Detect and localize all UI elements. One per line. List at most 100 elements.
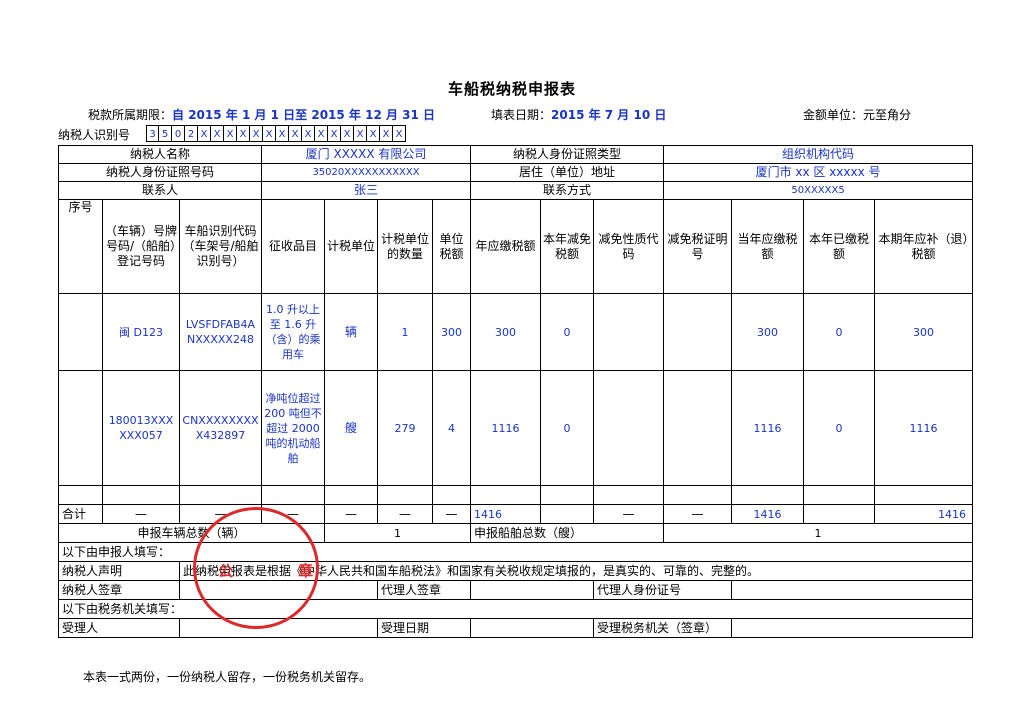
tin-box: 3 xyxy=(146,125,159,142)
taxpayer-sign-label: 纳税人签章 xyxy=(58,580,180,600)
header-due: 当年应缴税额 xyxy=(731,199,805,294)
row-due: 300 xyxy=(731,293,805,371)
address-value: 厦门市 xx 区 xxxxx 号 xyxy=(663,163,974,182)
tin-box: X xyxy=(328,125,341,142)
row-payable: 1116 xyxy=(874,370,974,486)
tin-box: X xyxy=(302,125,315,142)
row-unit-tax: 300 xyxy=(431,293,472,371)
contact-label: 联系人 xyxy=(58,181,262,200)
row-reduce-cert xyxy=(663,293,733,371)
total-dash: — xyxy=(377,504,433,524)
receive-office-label: 受理税务机关（签章） xyxy=(593,618,733,638)
tin-boxes: 3502XXXXXXXXXXXXXXXX xyxy=(146,125,406,142)
row-seq xyxy=(58,293,103,371)
vehicle-count-label: 申报车辆总数（辆） xyxy=(58,523,325,543)
agent-id-field xyxy=(731,580,974,600)
row-reduce: 0 xyxy=(540,370,595,486)
header-payable: 本期年应补（退）税额 xyxy=(874,199,974,294)
agent-sign-label: 代理人签章 xyxy=(376,580,472,600)
row-paid: 0 xyxy=(803,293,876,371)
total-row: 合计 — — — — — — 1416 — — 1416 1416 xyxy=(58,504,974,524)
header-reduce-cert: 减免税证明号 xyxy=(663,199,733,294)
total-dash: — xyxy=(431,504,472,524)
row-qty: 279 xyxy=(377,370,433,486)
fill-date-label: 填表日期： xyxy=(491,108,552,122)
phone-label: 联系方式 xyxy=(470,181,665,200)
declaration-label: 纳税人声明 xyxy=(58,561,180,581)
tin-box: X xyxy=(211,125,224,142)
tin-box: X xyxy=(276,125,289,142)
receiver-field xyxy=(179,618,378,638)
agent-sign-field xyxy=(470,580,595,600)
tax-period: 税款所属期限：自 2015 年 1 月 1 日至 2015 年 12 月 31 … xyxy=(88,106,435,123)
address-label: 居住（单位）地址 xyxy=(470,163,665,182)
row-unit: 辆 xyxy=(324,293,378,371)
row-seq xyxy=(58,370,103,486)
taxpayer-name-value: 厦门 XXXXX 有限公司 xyxy=(260,145,472,164)
taxpayer-sign-field xyxy=(179,580,378,600)
header-reduce: 本年减免税额 xyxy=(540,199,595,294)
header-reduce-code: 减免性质代码 xyxy=(593,199,665,294)
total-due: 1416 xyxy=(731,504,805,524)
row-qty: 1 xyxy=(377,293,433,371)
tin-box: X xyxy=(380,125,393,142)
id-number-value: 35020XXXXXXXXXXX xyxy=(260,163,472,182)
total-dash: — xyxy=(261,504,325,524)
tin-box: X xyxy=(315,125,328,142)
id-type-label: 纳税人身份证照类型 xyxy=(470,145,665,164)
receive-date-label: 受理日期 xyxy=(376,618,472,638)
ship-count-value: 1 xyxy=(663,523,974,543)
receive-date-field xyxy=(470,618,595,638)
header-vin: 车船识别代码（车架号/船舶识别号） xyxy=(179,199,262,294)
row-unit-tax: 4 xyxy=(431,370,472,486)
tin-box: X xyxy=(393,125,406,142)
blank-row xyxy=(58,485,974,505)
row-unit: 艘 xyxy=(324,370,378,486)
row-payable: 300 xyxy=(874,293,974,371)
official-seal-text: 公 章 xyxy=(218,562,344,580)
row-reduce-code xyxy=(593,293,665,371)
tin-box: 5 xyxy=(159,125,172,142)
row-annual: 1116 xyxy=(470,370,542,486)
footer-note: 本表一式两份，一份纳税人留存，一份税务机关留存。 xyxy=(83,670,372,684)
row-reduce-code xyxy=(593,370,665,486)
row-plate: 闽 D123 xyxy=(102,293,180,371)
tin-box: X xyxy=(224,125,237,142)
header-qty: 计税单位的数量 xyxy=(377,199,433,294)
table-row: 180013XXXXXX057 CNXXXXXXXXX432897 净吨位超过 … xyxy=(58,370,974,486)
id-number-label: 纳税人身份证照号码 xyxy=(58,163,262,182)
receiver-label: 受理人 xyxy=(58,618,180,638)
total-dash: — xyxy=(663,504,733,524)
row-plate: 180013XXXXXX057 xyxy=(102,370,180,486)
currency-unit: 金额单位：元至角分 xyxy=(803,108,912,122)
tin-label: 纳税人识别号 xyxy=(58,128,131,142)
header-unit: 计税单位 xyxy=(324,199,378,294)
header-seq: 序号 xyxy=(58,199,103,294)
tin-box: X xyxy=(263,125,276,142)
table-row: 闽 D123 LVSFDFAB4ANXXXXX248 1.0 升以上至 1.6 … xyxy=(58,293,974,371)
header-paid: 本年已缴税额 xyxy=(803,199,876,294)
taxpayer-name-label: 纳税人名称 xyxy=(58,145,262,164)
tin-box: X xyxy=(250,125,263,142)
total-dash: — xyxy=(593,504,665,524)
header-item: 征收品目 xyxy=(261,199,325,294)
form-title: 车船税纳税申报表 xyxy=(447,80,576,98)
fill-date-value: 2015 年 7 月 10 日 xyxy=(551,108,667,122)
tax-period-value: 自 2015 年 1 月 1 日至 2015 年 12 月 31 日 xyxy=(172,108,436,122)
row-item: 净吨位超过 200 吨但不超过 2000 吨的机动船舶 xyxy=(261,370,325,486)
tin-box: X xyxy=(289,125,302,142)
tin-box: X xyxy=(237,125,250,142)
vehicle-count-value: 1 xyxy=(323,523,472,543)
total-dash: — xyxy=(324,504,378,524)
contact-value: 张三 xyxy=(260,181,472,200)
tin-box: X xyxy=(198,125,211,142)
total-dash: — xyxy=(102,504,180,524)
ship-count-label: 申报船舶总数（艘） xyxy=(470,523,665,543)
row-annual: 300 xyxy=(470,293,542,371)
fill-date: 填表日期：2015 年 7 月 10 日 xyxy=(491,106,666,123)
tin-box: 0 xyxy=(172,125,185,142)
row-reduce: 0 xyxy=(540,293,595,371)
row-paid: 0 xyxy=(803,370,876,486)
tin-box: X xyxy=(367,125,380,142)
row-vin: LVSFDFAB4ANXXXXX248 xyxy=(179,293,262,371)
